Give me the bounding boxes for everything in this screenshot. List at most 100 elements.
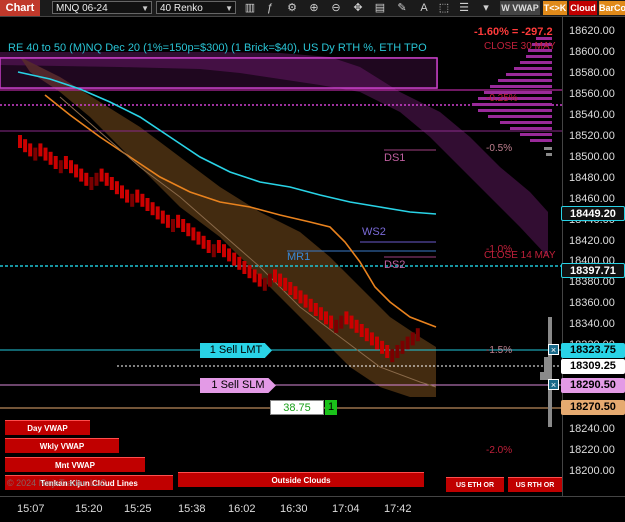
renko-brick: [318, 307, 323, 321]
price-tick: 18360.00: [569, 297, 615, 310]
renko-brick: [18, 135, 22, 148]
chevron-down-icon: ▼: [225, 4, 233, 13]
renko-brick: [176, 214, 181, 228]
renko-brick: [288, 282, 293, 295]
text-icon[interactable]: A: [416, 1, 432, 15]
time-tick: 15:07: [17, 503, 45, 515]
time-tick: 16:02: [228, 503, 256, 515]
sell-stop-order[interactable]: 1 Sell SLM: [200, 378, 276, 393]
renko-brick: [140, 193, 145, 207]
renko-brick: [114, 181, 119, 195]
strategy-icon[interactable]: ⚙: [284, 1, 300, 15]
price-tag-sell-slm: 18290.50: [561, 378, 625, 393]
dropdown-icon[interactable]: ▾: [478, 1, 494, 15]
price-tag-sell-lmt: 18323.75: [561, 343, 625, 358]
us-eth-or-button[interactable]: US ETH OR: [446, 477, 504, 492]
chart-tab[interactable]: Chart: [0, 0, 40, 16]
renko-brick: [94, 172, 99, 186]
renko-brick: [283, 277, 288, 291]
renko-brick: [278, 273, 283, 287]
renko-brick: [120, 185, 124, 199]
position-pnl[interactable]: 38.75: [270, 400, 324, 415]
tck-button[interactable]: T<>K: [543, 1, 567, 15]
renko-brick: [415, 328, 420, 342]
price-tick: 18500.00: [569, 150, 615, 163]
us-rth-or-button[interactable]: US RTH OR: [508, 477, 562, 492]
price-tick: 18240.00: [569, 423, 615, 436]
renko-brick: [186, 223, 191, 237]
renko-brick: [267, 273, 272, 287]
day-vwap-button[interactable]: Day VWAP: [5, 420, 90, 435]
sell-limit-order[interactable]: 1 Sell LMT: [200, 343, 272, 358]
outside-clouds-button[interactable]: Outside Clouds: [178, 472, 424, 487]
time-tick: 17:42: [384, 503, 412, 515]
tools-icon[interactable]: ⬚: [436, 1, 452, 15]
indicator-icon[interactable]: ƒ: [262, 1, 278, 15]
renko-brick: [43, 147, 48, 161]
position-qty[interactable]: 1: [325, 400, 337, 415]
renko-brick: [99, 168, 104, 182]
pct-change-label: -1.60% = -297.2: [474, 26, 553, 38]
renko-brick: [160, 210, 165, 224]
renko-brick: [79, 168, 84, 182]
price-tick: 18200.00: [569, 464, 615, 477]
renko-brick: [150, 202, 155, 216]
renko-brick: [298, 290, 303, 304]
cloud-button[interactable]: Cloud: [569, 1, 597, 15]
pct-025-label: -0.25%: [486, 93, 518, 104]
renko-brick: [89, 177, 94, 190]
renko-brick: [69, 160, 73, 174]
renko-brick: [375, 336, 379, 350]
renko-brick: [380, 340, 385, 354]
zoom-in-icon[interactable]: ⊕: [306, 1, 322, 15]
renko-brick: [369, 332, 374, 346]
time-tick: 17:04: [332, 503, 360, 515]
price-tick: 18520.00: [569, 129, 615, 142]
bar-type-selector[interactable]: 40 Renko ▼: [156, 1, 236, 14]
renko-brick: [216, 240, 221, 253]
renko-brick: [181, 219, 186, 232]
renko-brick: [201, 235, 206, 249]
renko-brick: [109, 177, 114, 190]
time-axis[interactable]: 15:07 15:20 15:25 15:38 16:02 16:30 17:04 17:42: [0, 496, 625, 522]
wkly-vwap-button[interactable]: Wkly VWAP: [5, 438, 119, 453]
crosshair-icon[interactable]: ✥: [350, 1, 366, 15]
renko-brick: [262, 277, 267, 291]
price-tick: 18340.00: [569, 318, 615, 331]
chevron-down-icon: ▼: [141, 4, 149, 13]
renko-brick: [349, 315, 354, 329]
renko-brick: [354, 319, 359, 333]
barco-button[interactable]: BarCo: [599, 1, 625, 15]
chart-panel[interactable]: RE 40 to 50 (M)NQ Dec 20 (1%=150p=$300) …: [0, 17, 562, 496]
cancel-sell-lmt-icon[interactable]: ×: [548, 344, 559, 355]
renko-brick: [293, 286, 298, 300]
renko-brick: [206, 240, 211, 253]
renko-brick: [191, 227, 196, 241]
properties-icon[interactable]: ▤: [372, 1, 388, 15]
templates-icon[interactable]: ☰: [456, 1, 472, 15]
bars-icon[interactable]: ▥: [242, 1, 258, 15]
renko-brick: [329, 315, 334, 329]
time-tick: 15:25: [124, 503, 152, 515]
renko-brick: [247, 265, 252, 279]
renko-brick: [237, 256, 242, 270]
renko-brick: [257, 273, 262, 287]
cancel-sell-slm-icon[interactable]: ×: [548, 379, 559, 390]
price-axis[interactable]: 18620.00 18600.00 18580.00 18560.00 18540.00…: [562, 17, 625, 496]
renko-brick: [74, 164, 79, 178]
ws2-label: WS2: [362, 226, 386, 238]
mnt-vwap-button[interactable]: Mnt VWAP: [5, 457, 145, 472]
pencil-icon[interactable]: ✎: [394, 1, 410, 15]
renko-brick: [58, 160, 63, 174]
price-tag-cyan-ma: 18449.20: [561, 206, 625, 221]
renko-brick: [395, 345, 400, 358]
toolbar: Chart MNQ 06-24 ▼ 40 Renko ▼ ▥ ƒ ⚙ ⊕ ⊖ ✥…: [0, 0, 625, 17]
instrument-selector[interactable]: MNQ 06-24 ▼: [52, 1, 152, 14]
renko-brick: [130, 193, 135, 207]
zoom-out-icon[interactable]: ⊖: [328, 1, 344, 15]
w-vwap-button[interactable]: W VWAP: [500, 1, 540, 15]
renko-brick: [303, 294, 308, 308]
renko-brick: [145, 198, 150, 211]
renko-brick: [385, 345, 390, 358]
renko-brick: [232, 252, 237, 266]
